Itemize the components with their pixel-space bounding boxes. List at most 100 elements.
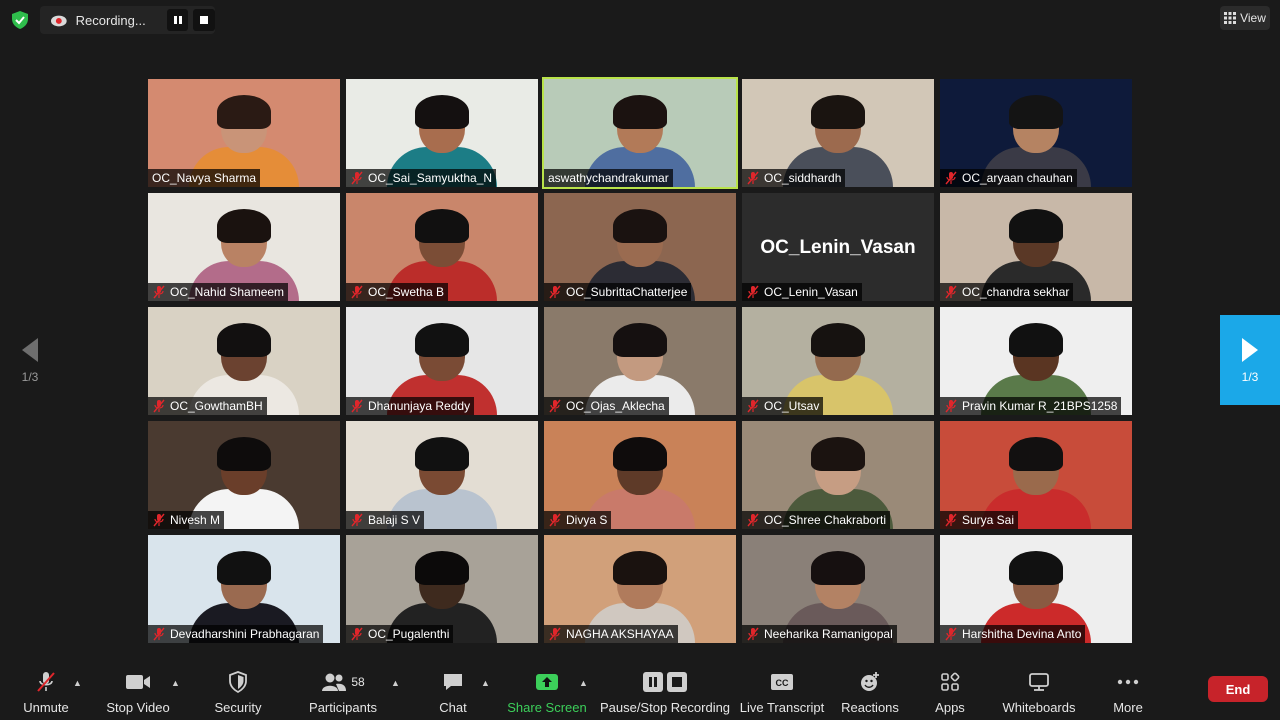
- participant-tile[interactable]: Surya Sai: [940, 421, 1132, 529]
- participant-tile[interactable]: OC_Pugalenthi: [346, 535, 538, 643]
- participant-tile[interactable]: NAGHA AKSHAYAA: [544, 535, 736, 643]
- pause-recording-button[interactable]: [166, 9, 189, 31]
- participant-name: Nivesh M: [170, 513, 221, 527]
- participant-tile[interactable]: OC_Shree Chakraborti: [742, 421, 934, 529]
- view-label: View: [1240, 11, 1266, 25]
- participant-name: Surya Sai: [962, 513, 1015, 527]
- participant-name: OC_SubrittaChatterjee: [566, 285, 688, 299]
- participant-tile[interactable]: aswathychandrakumar: [542, 77, 738, 189]
- participant-name: OC_Lenin_Vasan: [764, 285, 858, 299]
- participant-tile[interactable]: Dhanunjaya Reddy: [346, 307, 538, 415]
- participant-tile[interactable]: OC_Sai_Samyuktha_N: [346, 79, 538, 187]
- participant-tile[interactable]: Balaji S V: [346, 421, 538, 529]
- muted-microphone-icon: [153, 399, 165, 413]
- muted-microphone-icon: [747, 627, 759, 641]
- ellipsis-icon: [1117, 679, 1139, 685]
- apps-label: Apps: [935, 700, 965, 715]
- participant-tile[interactable]: OC_GowthamBH: [148, 307, 340, 415]
- participant-name-bar: Devadharshini Prabhagaran: [148, 625, 324, 643]
- muted-microphone-icon: [549, 513, 561, 527]
- participants-button[interactable]: 58 Participants: [288, 670, 398, 715]
- participant-name-bar: Neeharika Ramanigopal: [742, 625, 897, 643]
- share-screen-label: Share Screen: [507, 700, 587, 715]
- pause-icon: [643, 672, 663, 692]
- muted-microphone-icon: [351, 171, 363, 185]
- reactions-label: Reactions: [841, 700, 899, 715]
- chat-options-caret[interactable]: ▲: [481, 678, 490, 688]
- participant-tile[interactable]: OC_Nahid Shameem: [148, 193, 340, 301]
- participant-name-bar: OC_Sai_Samyuktha_N: [346, 169, 497, 187]
- participant-tile[interactable]: OC_chandra sekhar: [940, 193, 1132, 301]
- muted-microphone-icon: [153, 627, 165, 641]
- more-button[interactable]: More: [1073, 670, 1183, 715]
- video-grid: OC_Navya Sharma OC_Sai_Samyuktha_N aswathy…: [148, 77, 1132, 643]
- participant-name-bar: Surya Sai: [940, 511, 1019, 529]
- participant-tile[interactable]: Harshitha Devina Anto: [940, 535, 1132, 643]
- participant-name: OC_Sai_Samyuktha_N: [368, 171, 493, 185]
- participant-tile[interactable]: OC_SubrittaChatterjee: [544, 193, 736, 301]
- smiley-plus-icon: [861, 672, 879, 691]
- next-page-button[interactable]: 1/3: [1220, 315, 1280, 405]
- muted-microphone-icon: [945, 627, 957, 641]
- stop-icon: [667, 672, 687, 692]
- whiteboards-label: Whiteboards: [1002, 700, 1076, 715]
- stop-video-button[interactable]: Stop Video: [83, 670, 193, 715]
- security-button[interactable]: Security: [183, 670, 293, 715]
- participant-tile[interactable]: OC_Navya Sharma: [148, 79, 340, 187]
- participant-name: Divya S: [566, 513, 608, 527]
- view-button[interactable]: View: [1220, 6, 1270, 30]
- participant-name: OC_siddhardh: [764, 171, 842, 185]
- more-label: More: [1113, 700, 1143, 715]
- participant-tile[interactable]: Devadharshini Prabhagaran: [148, 535, 340, 643]
- participant-tile[interactable]: Neeharika Ramanigopal: [742, 535, 934, 643]
- video-options-caret[interactable]: ▲: [171, 678, 180, 688]
- participant-tile[interactable]: Pravin Kumar R_21BPS1258: [940, 307, 1132, 415]
- muted-microphone-icon: [153, 285, 165, 299]
- participant-name: OC_Utsav: [764, 399, 820, 413]
- participant-name-bar: OC_aryaan chauhan: [940, 169, 1077, 187]
- end-meeting-button[interactable]: End: [1208, 676, 1268, 702]
- participant-name: OC_Pugalenthi: [368, 627, 450, 641]
- muted-microphone-icon: [351, 399, 363, 413]
- page-indicator-right: 1/3: [1241, 370, 1259, 384]
- chevron-left-icon: [22, 338, 38, 362]
- audio-options-caret[interactable]: ▲: [73, 678, 82, 688]
- participant-tile[interactable]: Nivesh M: [148, 421, 340, 529]
- grid-view-icon: [1224, 12, 1237, 24]
- shield-icon: [229, 671, 247, 693]
- pause-stop-recording-label: Pause/Stop Recording: [599, 700, 731, 715]
- participant-tile[interactable]: OC_Lenin_Vasan OC_Lenin_Vasan: [742, 193, 934, 301]
- muted-microphone-icon: [945, 399, 957, 413]
- muted-microphone-icon: [153, 513, 165, 527]
- apps-icon: [941, 672, 960, 691]
- share-options-caret[interactable]: ▲: [579, 678, 588, 688]
- participant-tile[interactable]: OC_siddhardh: [742, 79, 934, 187]
- participant-name: Harshitha Devina Anto: [962, 627, 1082, 641]
- participant-name-bar: aswathychandrakumar: [544, 169, 673, 187]
- participant-name-bar: NAGHA AKSHAYAA: [544, 625, 678, 643]
- share-screen-button[interactable]: Share Screen: [492, 670, 602, 715]
- recording-indicator: Recording...: [40, 6, 215, 34]
- participant-tile[interactable]: OC_Utsav: [742, 307, 934, 415]
- participant-tile[interactable]: OC_Ojas_Aklecha: [544, 307, 736, 415]
- participant-name: Dhanunjaya Reddy: [368, 399, 471, 413]
- participant-name-bar: OC_Swetha B: [346, 283, 449, 301]
- participant-tile[interactable]: Divya S: [544, 421, 736, 529]
- security-shield-icon[interactable]: [10, 10, 30, 30]
- pause-stop-recording-button[interactable]: Pause/Stop Recording: [600, 670, 730, 715]
- muted-microphone-icon: [549, 285, 561, 299]
- participant-name: OC_Ojas_Aklecha: [566, 399, 665, 413]
- participant-name-bar: OC_Lenin_Vasan: [742, 283, 862, 301]
- muted-microphone-icon: [747, 399, 759, 413]
- recording-label: Recording...: [75, 12, 146, 28]
- participant-tile[interactable]: OC_Swetha B: [346, 193, 538, 301]
- muted-microphone-icon: [351, 285, 363, 299]
- stop-video-label: Stop Video: [106, 700, 170, 715]
- cloud-recording-icon: [50, 15, 67, 27]
- stop-recording-button[interactable]: [193, 9, 215, 31]
- page-indicator-left: 1/3: [21, 370, 39, 384]
- muted-microphone-icon: [747, 171, 759, 185]
- muted-microphone-icon: [747, 285, 759, 299]
- participant-tile[interactable]: OC_aryaan chauhan: [940, 79, 1132, 187]
- previous-page-button[interactable]: 1/3: [0, 315, 60, 405]
